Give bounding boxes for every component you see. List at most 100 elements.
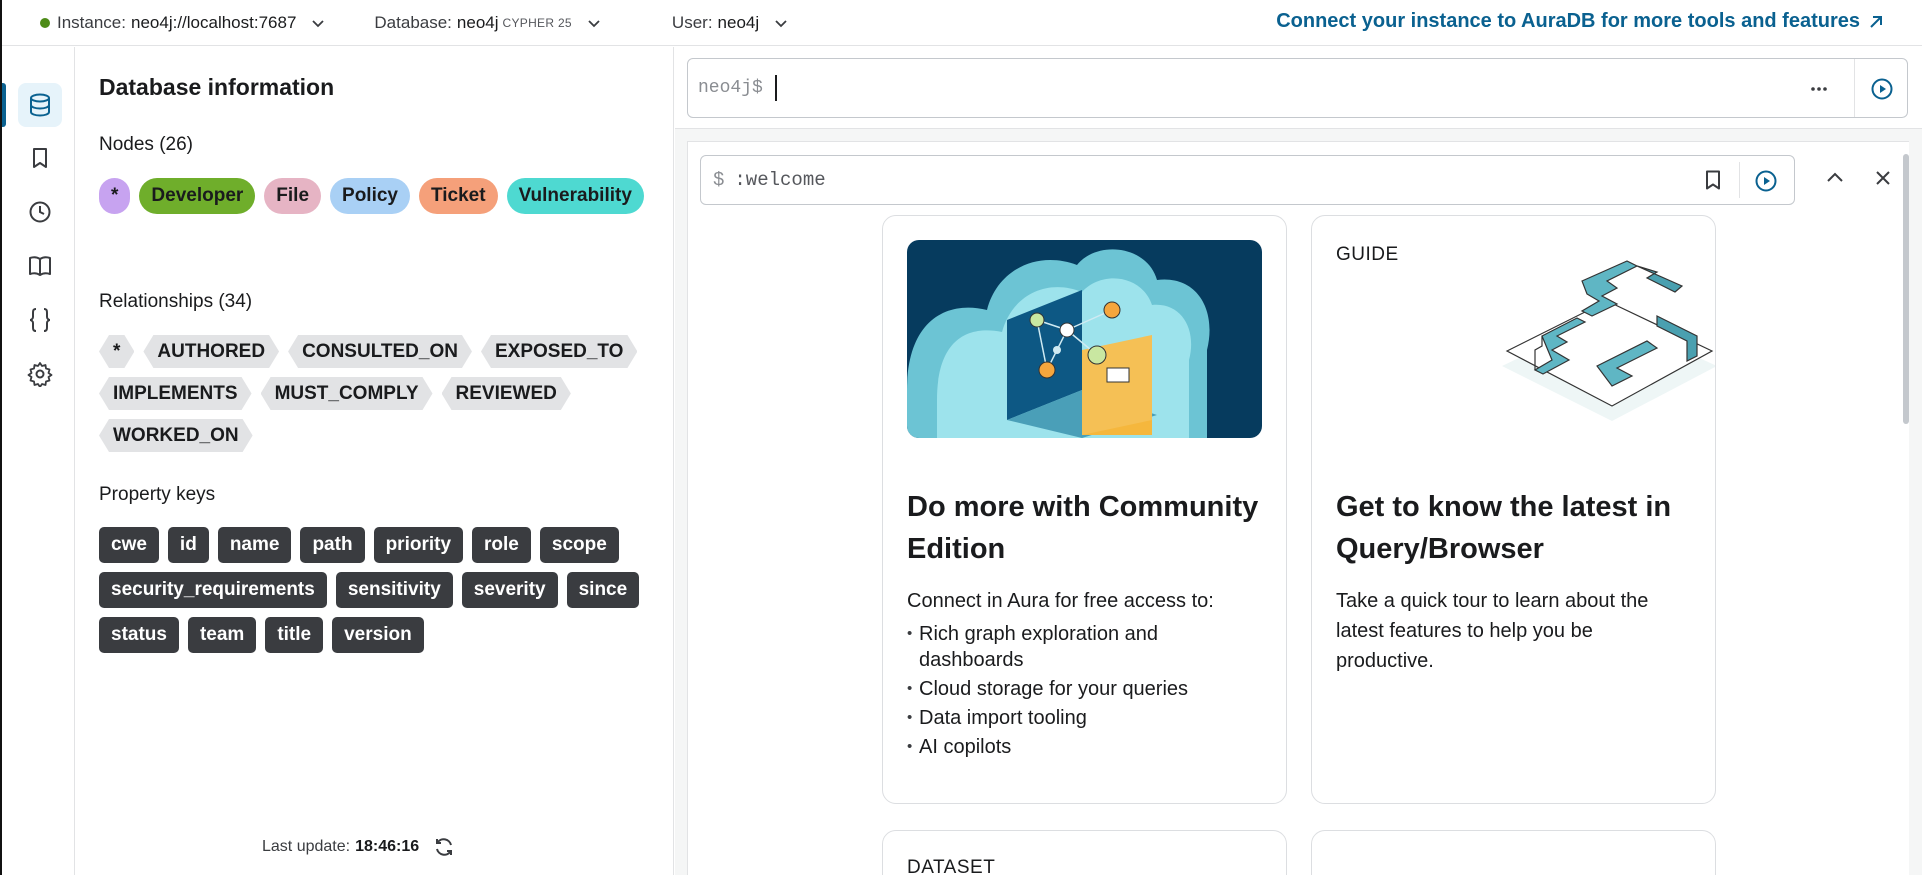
relationship-type-chip[interactable]: CONSULTED_ON [288,335,472,368]
card-title: Get to know the latest in Query/Browser [1336,491,1672,565]
last-update-time: 18:46:16 [355,838,420,855]
relationship-type-chip[interactable]: IMPLEMENTS [99,377,252,410]
database-selector[interactable]: Database: neo4j CYPHER 25 [374,13,602,33]
braces-illustration [1502,260,1715,421]
property-key-chip[interactable]: team [187,617,257,653]
list-item: Rich graph exploration and dashboards [907,621,1262,673]
frame-command-input[interactable]: $ :welcome [700,155,1795,205]
frame-input-divider [1739,162,1740,198]
node-label-chip[interactable]: Policy [330,178,410,214]
user-selector[interactable]: User: neo4j [672,13,789,33]
property-key-chip[interactable]: role [472,527,531,563]
aura-link-text: Connect your instance to AuraDB for more… [1276,10,1860,32]
editor-prompt: neo4j$ [698,78,763,98]
node-label-chip[interactable]: Vulnerability [506,178,644,214]
braces-icon [29,308,51,332]
relationships-title: Relationships (34) [99,291,253,312]
property-key-chip[interactable]: scope [539,527,619,563]
nav-rail [2,47,75,875]
rail-database-button[interactable] [18,83,62,127]
database-info-panel: Database information Nodes (26) * Develop… [76,47,674,875]
list-item: Cloud storage for your queries [907,676,1262,702]
aura-connect-link[interactable]: Connect your instance to AuraDB for more… [1276,10,1886,33]
chevron-down-icon [775,19,787,27]
run-frame-icon[interactable] [1754,169,1778,193]
frame-command: :welcome [734,169,826,191]
property-key-chip[interactable]: status [99,617,179,653]
relationship-type-chip[interactable]: MUST_COMPLY [261,377,433,410]
card-description: Take a quick tour to learn about the lat… [1336,590,1649,672]
property-key-chip[interactable]: severity [461,572,558,608]
more-options-icon[interactable] [1809,79,1829,99]
property-key-chip[interactable]: path [300,527,365,563]
chevron-down-icon [312,19,325,27]
nodes-title: Nodes (26) [99,134,193,155]
node-labels-list: * Developer File Policy Ticket Vulnerability [99,178,659,223]
chevron-down-icon [588,19,600,27]
card-description: Connect in Aura for free access to: [907,590,1214,612]
cypher-version: CYPHER 25 [502,15,572,30]
database-icon [30,93,50,117]
refresh-icon[interactable] [433,836,455,858]
stream-scrollbar[interactable] [1903,154,1909,424]
node-label-chip[interactable]: Ticket [419,178,498,214]
rail-settings-button[interactable] [18,352,62,396]
relationship-type-chip[interactable]: REVIEWED [442,377,571,410]
next-card[interactable] [1311,830,1716,875]
rail-history-button[interactable] [18,190,62,234]
connection-status-dot [40,17,50,28]
connection-bar: Instance: neo4j://localhost:7687 Databas… [2,0,1922,46]
active-indicator [2,83,6,127]
card-tag: GUIDE [1336,244,1399,265]
property-key-chip[interactable]: name [217,527,292,563]
property-key-chip[interactable]: title [265,617,324,653]
instance-label: Instance: [57,12,126,32]
instance-selector[interactable]: Instance: neo4j://localhost:7687 [40,13,326,33]
user-value: neo4j [717,12,760,32]
cypher-editor[interactable]: neo4j$ [687,58,1908,118]
relationship-type-chip[interactable]: WORKED_ON [99,419,253,452]
node-label-chip[interactable]: * [99,178,131,214]
node-label-chip[interactable]: File [264,178,322,214]
property-key-chip[interactable]: security_requirements [99,572,327,608]
relationship-types-list: * AUTHORED CONSULTED_ON EXPOSED_TO IMPLEMENT… [99,335,659,461]
node-label-chip[interactable]: Developer [139,178,256,214]
panel-title: Database information [99,74,335,100]
relationship-type-chip[interactable]: EXPOSED_TO [481,335,637,368]
property-key-chip[interactable]: priority [373,527,464,563]
welcome-frame: $ :welcome Do more with Community Editio… [687,141,1909,875]
bookmark-icon [33,148,47,168]
property-key-chip[interactable]: cwe [99,527,159,563]
property-key-chip[interactable]: sensitivity [335,572,453,608]
arrow-up-right-icon [1870,15,1882,28]
dataset-card[interactable]: DATASET [882,830,1287,875]
bookmark-icon[interactable] [1702,169,1724,191]
close-icon[interactable] [1871,166,1895,190]
property-keys-title: Property keys [99,484,216,505]
relationship-type-chip[interactable]: AUTHORED [143,335,279,368]
frame-prompt-symbol: $ [713,169,725,191]
collapse-icon[interactable] [1823,166,1847,190]
database-value: neo4j [456,12,499,32]
last-update: Last update: 18:46:16 [262,836,455,858]
guide-card[interactable]: GUIDE Get to know the latest in Query/Br… [1311,215,1716,804]
last-update-label: Last update: [262,838,351,855]
property-key-chip[interactable]: since [566,572,640,608]
instance-value: neo4j://localhost:7687 [131,12,297,32]
property-key-chip[interactable]: version [332,617,424,653]
rail-guides-button[interactable] [18,244,62,288]
rail-cypher-button[interactable] [18,298,62,342]
database-label: Database: [374,12,452,32]
user-label: User: [671,12,713,32]
text-caret [774,75,777,101]
cloud-illustration [907,240,1262,438]
rail-favorites-button[interactable] [18,136,62,180]
property-keys-list: cwe id name path priority role scope security_r… [99,527,659,662]
community-edition-card[interactable]: Do more with Community Edition Connect i… [882,215,1287,804]
relationship-type-chip[interactable]: * [99,335,134,368]
history-icon [29,201,51,223]
run-query-icon[interactable] [1870,77,1894,101]
card-title: Do more with Community Edition [907,491,1259,565]
list-item: Data import tooling [907,705,1262,731]
property-key-chip[interactable]: id [167,527,209,563]
